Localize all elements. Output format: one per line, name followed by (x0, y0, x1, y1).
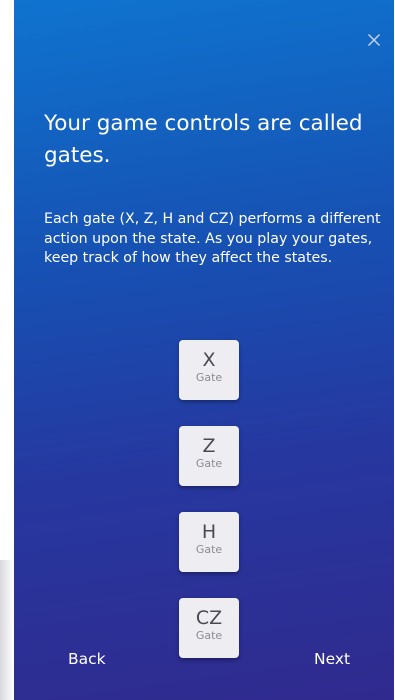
tutorial-panel: Your game controls are called gates. Eac… (14, 0, 394, 700)
gate-symbol: H (201, 521, 217, 543)
gate-caption: Gate (195, 629, 223, 642)
close-icon (368, 34, 380, 46)
gate-h-button[interactable]: H Gate (179, 512, 239, 572)
gate-symbol: Z (202, 435, 216, 457)
gate-symbol: CZ (195, 607, 223, 629)
back-button[interactable]: Back (68, 648, 106, 670)
gate-z-button[interactable]: Z Gate (179, 426, 239, 486)
background-edge (0, 560, 14, 700)
gate-x-button[interactable]: X Gate (179, 340, 239, 400)
tutorial-screen: Your game controls are called gates. Eac… (0, 0, 395, 700)
gate-caption: Gate (195, 543, 223, 556)
close-button[interactable] (362, 28, 386, 52)
gate-caption: Gate (195, 457, 223, 470)
gate-caption: Gate (195, 371, 223, 384)
gate-symbol: X (202, 349, 216, 371)
page-title: Your game controls are called gates. (44, 111, 363, 168)
description-text: Each gate (X, Z, H and CZ) performs a di… (44, 211, 381, 266)
next-button[interactable]: Next (314, 648, 350, 670)
gate-cz-button[interactable]: CZ Gate (179, 598, 239, 658)
